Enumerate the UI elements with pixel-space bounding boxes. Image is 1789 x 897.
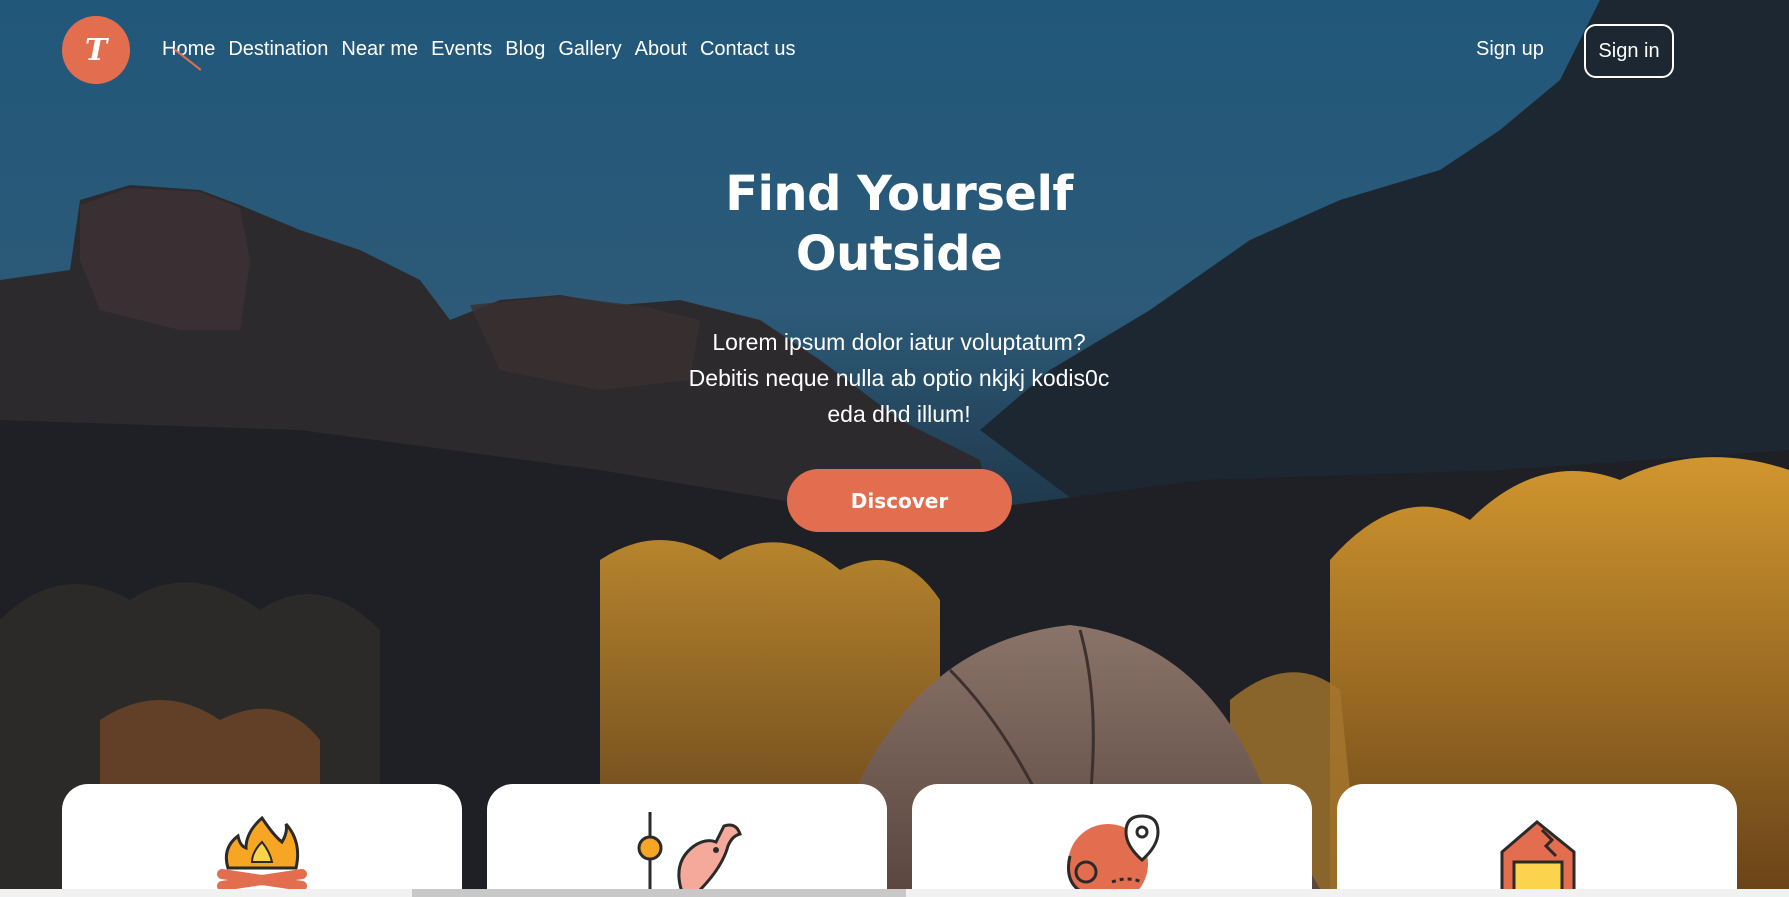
hero-title-line1: Find Yourself — [725, 166, 1073, 222]
fishing-icon — [637, 812, 742, 889]
main-nav: Home Destination Near me Events Blog Gal… — [162, 38, 796, 61]
feature-card-fishing[interactable] — [487, 784, 887, 889]
ticket-icon — [1500, 820, 1576, 889]
hero-section: T Home Destination Near me Events Blog G… — [0, 0, 1789, 889]
map-location-icon — [1067, 814, 1160, 889]
hero-title: Find Yourself Outside — [0, 164, 1789, 284]
feature-card-campfire[interactable] — [62, 784, 462, 889]
discover-button[interactable]: Discover — [787, 469, 1012, 532]
nav-item-blog[interactable]: Blog — [505, 38, 545, 61]
horizontal-scrollbar[interactable] — [0, 889, 1789, 897]
hero-subtitle-line1: Lorem ipsum dolor iatur voluptatum? — [712, 329, 1086, 355]
nav-item-home[interactable]: Home — [162, 38, 215, 61]
feature-card-location[interactable] — [912, 784, 1312, 889]
nav-item-contact-us[interactable]: Contact us — [700, 38, 796, 61]
nav-item-near-me[interactable]: Near me — [341, 38, 418, 61]
hero-subtitle-line2: Debitis neque nulla ab optio nkjkj kodis… — [688, 365, 1110, 391]
hero-subtitle-line3: eda dhd illum! — [827, 401, 971, 427]
sign-in-button[interactable]: Sign in — [1584, 24, 1674, 78]
logo-letter: T — [84, 32, 108, 68]
nav-item-events[interactable]: Events — [431, 38, 492, 61]
feature-card-ticket[interactable] — [1337, 784, 1737, 889]
brand-logo[interactable]: T — [62, 16, 130, 84]
campfire-icon — [217, 815, 307, 889]
nav-item-destination[interactable]: Destination — [228, 38, 328, 61]
hero-subtitle: Lorem ipsum dolor iatur voluptatum? Debi… — [674, 324, 1124, 432]
nav-item-about[interactable]: About — [635, 38, 687, 61]
sign-up-link[interactable]: Sign up — [1476, 38, 1544, 61]
hero-title-line2: Outside — [795, 226, 1003, 282]
hero-background-image — [0, 0, 1789, 889]
scrollbar-thumb[interactable] — [412, 889, 906, 897]
nav-item-gallery[interactable]: Gallery — [558, 38, 621, 61]
